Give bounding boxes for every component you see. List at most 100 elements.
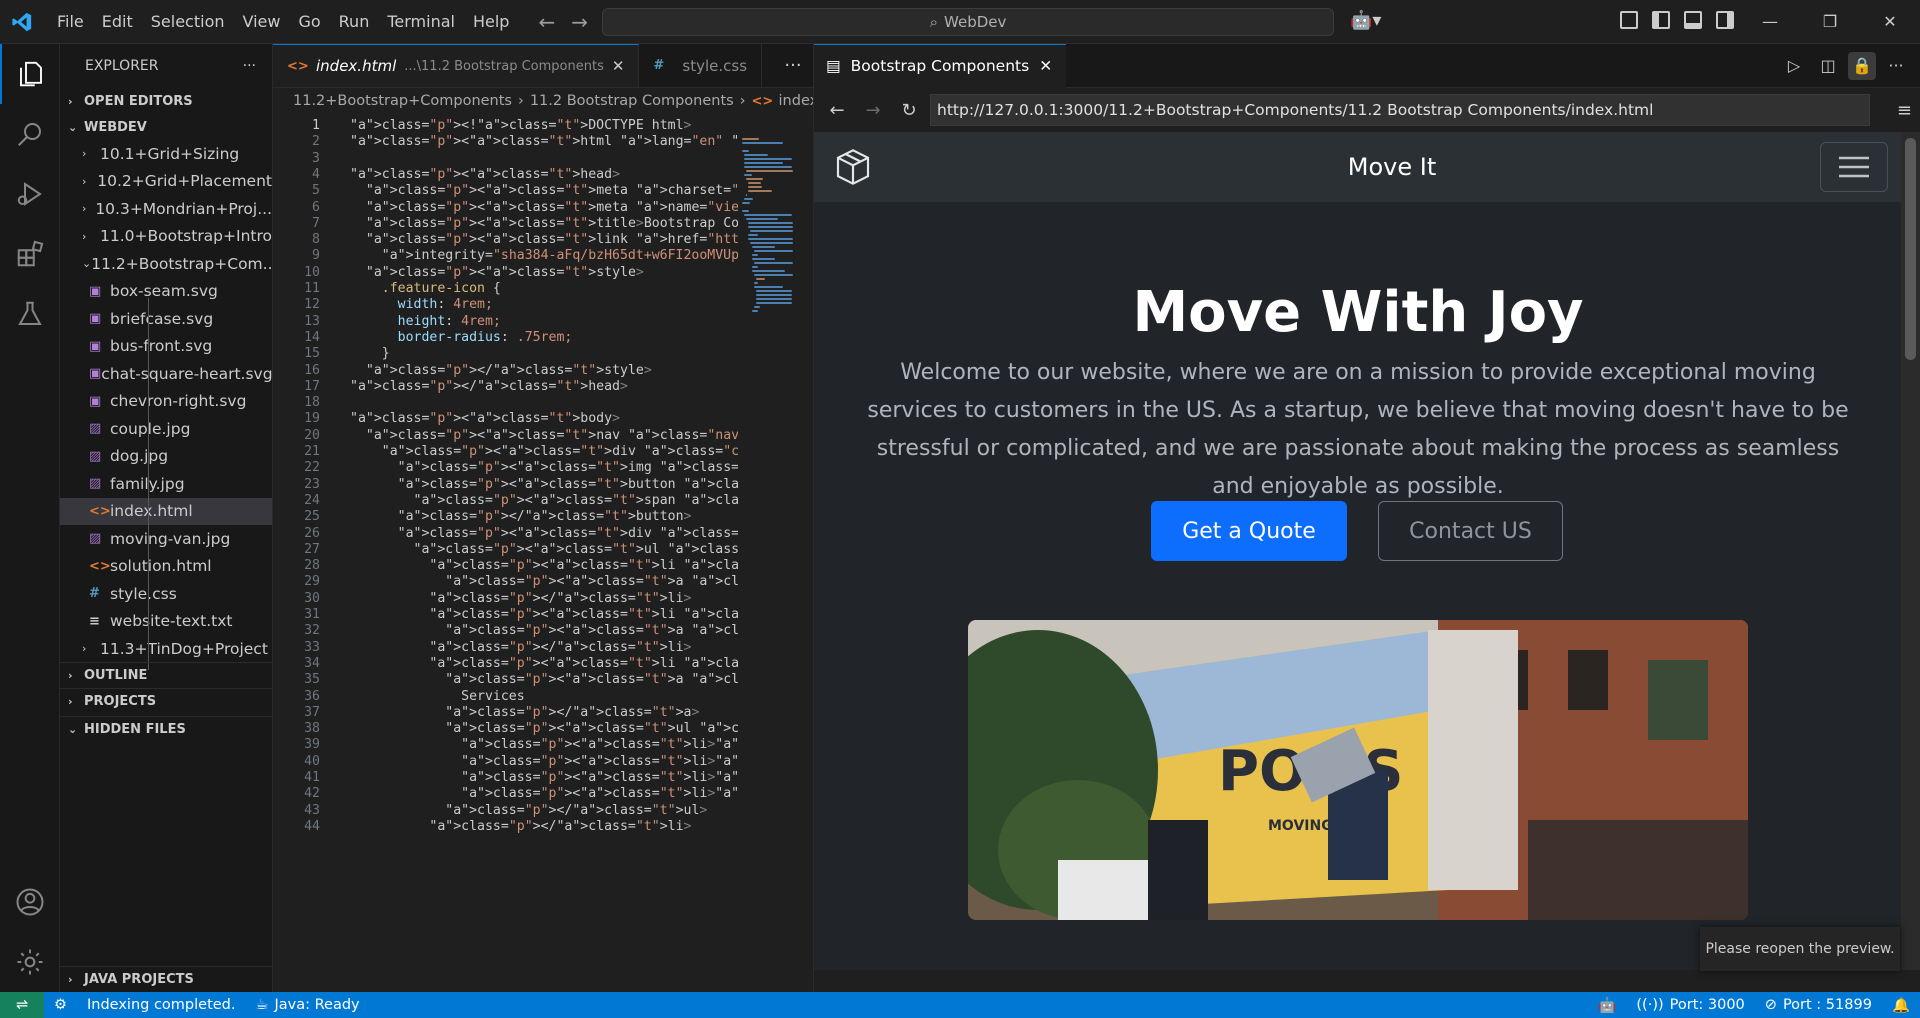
tree-folder[interactable]: › 11.3+TinDog+Project bbox=[60, 635, 272, 663]
tree-file[interactable]: <> index.html bbox=[60, 497, 272, 525]
toggle-primary-sidebar-icon[interactable] bbox=[1652, 11, 1670, 29]
breadcrumb-item[interactable]: index bbox=[779, 93, 813, 109]
code-line[interactable]: "a">class="p"><"a">class="t">li>"a">clas… bbox=[350, 770, 738, 785]
code-line[interactable]: "a">class="p"><"a">class="t">div "a">cla… bbox=[350, 526, 738, 541]
code-line[interactable]: "a">class="p"><"a">class="t">li "a">clas… bbox=[350, 656, 738, 671]
section-open-editors[interactable]: › OPEN EDITORS bbox=[60, 88, 272, 114]
tree-folder[interactable]: › 10.2+Grid+Placement bbox=[60, 168, 272, 196]
section-webdev[interactable]: ⌄ WEBDEV bbox=[60, 114, 272, 140]
tree-file[interactable]: ▣ chevron-right.svg bbox=[60, 388, 272, 416]
more-actions-icon[interactable]: ··· bbox=[1882, 52, 1910, 80]
code-line[interactable]: "a">class="p"></"a">class="t">a> bbox=[350, 705, 699, 720]
testing-flask-icon[interactable] bbox=[0, 284, 60, 344]
toggle-secondary-sidebar-icon[interactable] bbox=[1716, 11, 1734, 29]
status-indexing[interactable]: Indexing completed. bbox=[77, 997, 246, 1013]
code-line[interactable]: "a">class="p"><!"a">class="t">DOCTYPE ht… bbox=[350, 118, 691, 133]
site-brand[interactable]: Move It bbox=[1348, 153, 1436, 181]
close-tab-icon[interactable]: ✕ bbox=[1039, 57, 1052, 75]
code-line[interactable]: width: 4rem; bbox=[350, 297, 493, 312]
navbar-toggler-button[interactable] bbox=[1819, 142, 1888, 192]
code-line[interactable]: "a">class="p"><"a">class="t">html "a">la… bbox=[350, 134, 738, 149]
code-line[interactable]: "a">class="p"><"a">class="t">nav "a">cla… bbox=[350, 428, 738, 443]
code-line[interactable]: "a">class="p"><"a">class="t">li "a">clas… bbox=[350, 558, 738, 573]
code-line[interactable]: border-radius: .75rem; bbox=[350, 330, 573, 345]
browser-menu-icon[interactable]: ≡ bbox=[1897, 100, 1912, 121]
search-icon[interactable] bbox=[0, 104, 60, 164]
code-line[interactable]: "a">class="p"><"a">class="t">li>"a">clas… bbox=[350, 786, 738, 801]
section-hidden-files[interactable]: ⌄ HIDDEN FILES bbox=[60, 716, 273, 742]
tree-file[interactable]: # style.css bbox=[60, 580, 272, 608]
code-line[interactable]: "a">class="p"></"a">class="t">li> bbox=[350, 640, 691, 655]
settings-gear-icon[interactable] bbox=[0, 932, 60, 992]
tree-file[interactable]: <> solution.html bbox=[60, 553, 272, 581]
tree-file[interactable]: ▨family.jpg bbox=[60, 470, 272, 498]
breadcrumb-item[interactable]: 11.2 Bootstrap Components bbox=[530, 93, 734, 109]
code-line[interactable]: "a">integrity="sha384-aFq/bzH65dt+w6FI2o… bbox=[350, 248, 738, 263]
tab-style-css[interactable]: # style.css bbox=[639, 44, 763, 87]
code-line[interactable]: "a">class="p"><"a">class="t">span "a">cl… bbox=[350, 493, 738, 508]
code-line[interactable]: "a">class="p"><"a">class="t">style> bbox=[350, 265, 644, 280]
status-port-51899[interactable]: ⊘ Port : 51899 bbox=[1755, 997, 1882, 1014]
box-seam-icon[interactable] bbox=[832, 147, 874, 187]
menu-item-file[interactable]: File bbox=[48, 0, 93, 44]
menu-item-terminal[interactable]: Terminal bbox=[378, 0, 464, 44]
customize-layout-icon[interactable] bbox=[1620, 11, 1638, 29]
code-line[interactable]: "a">class="p"><"a">class="t">meta "a">ch… bbox=[350, 183, 738, 198]
run-icon[interactable]: ▷ bbox=[1780, 52, 1808, 80]
browser-forward-icon[interactable]: → bbox=[858, 100, 888, 121]
code-line[interactable]: .feature-icon { bbox=[350, 281, 501, 296]
url-input[interactable] bbox=[930, 94, 1870, 126]
close-tab-icon[interactable]: ✕ bbox=[612, 57, 625, 75]
back-arrow-icon[interactable]: ← bbox=[538, 10, 555, 34]
forward-arrow-icon[interactable]: → bbox=[571, 10, 588, 34]
vscode-logo-icon[interactable] bbox=[0, 0, 44, 44]
code-line[interactable]: "a">class="p"><"a">class="t">meta "a">na… bbox=[350, 200, 738, 215]
notifications-bell-icon[interactable]: 🔔 bbox=[1882, 997, 1920, 1014]
copilot-icon[interactable]: 🤖▾ bbox=[1350, 10, 1381, 31]
browser-back-icon[interactable]: ← bbox=[822, 100, 852, 121]
extensions-icon[interactable] bbox=[0, 224, 60, 284]
code-line[interactable]: "a">class="p"></"a">class="t">style> bbox=[350, 363, 652, 378]
code-line[interactable]: "a">class="p"><"a">class="t">a "a">class… bbox=[350, 574, 738, 589]
tree-file[interactable]: ▨ dog.jpg bbox=[60, 443, 272, 471]
status-java-ready[interactable]: ☕ Java: Ready bbox=[246, 997, 370, 1013]
menu-item-view[interactable]: View bbox=[234, 0, 290, 44]
copilot-status-icon[interactable]: 🤖 bbox=[1588, 997, 1626, 1014]
menu-item-selection[interactable]: Selection bbox=[142, 0, 234, 44]
code-line[interactable]: "a">class="p"><"a">class="t">li "a">clas… bbox=[350, 607, 738, 622]
code-line[interactable]: "a">class="p"><"a">class="t">body> bbox=[350, 411, 620, 426]
tree-file[interactable]: ▣ chat-square-heart.svg bbox=[60, 360, 272, 388]
tree-file[interactable]: ▣ box-seam.svg bbox=[60, 278, 272, 306]
code-line[interactable]: "a">class="p"><"a">class="t">title>Boots… bbox=[350, 216, 738, 231]
minimap[interactable] bbox=[738, 116, 800, 992]
contact-us-button[interactable]: Contact US bbox=[1378, 501, 1563, 561]
get-a-quote-button[interactable]: Get a Quote bbox=[1151, 501, 1347, 561]
menu-item-edit[interactable]: Edit bbox=[93, 0, 142, 44]
code-line[interactable]: "a">class="p"></"a">class="t">li> bbox=[350, 591, 691, 606]
tree-file[interactable]: ▨ moving-van.jpg bbox=[60, 525, 272, 553]
code-line[interactable]: "a">class="p"><"a">class="t">ul "a">clas… bbox=[350, 542, 738, 557]
reload-icon[interactable]: ↻ bbox=[894, 100, 924, 121]
tab-bootstrap-components[interactable]: ▤ Bootstrap Components ✕ bbox=[814, 43, 1067, 88]
toggle-panel-icon[interactable] bbox=[1684, 11, 1702, 29]
run-debug-icon[interactable] bbox=[0, 164, 60, 224]
explorer-icon[interactable] bbox=[0, 44, 60, 104]
minimize-icon[interactable]: — bbox=[1740, 0, 1800, 44]
code-line[interactable]: "a">class="p"><"a">class="t">li>"a">clas… bbox=[350, 737, 738, 752]
tree-folder[interactable]: › 10.1+Grid+Sizing bbox=[60, 140, 272, 168]
code-line[interactable]: "a">class="p"><"a">class="t">a "a">class… bbox=[350, 623, 738, 638]
tree-folder[interactable]: ⌄ 11.2+Bootstrap+Com... bbox=[60, 250, 272, 278]
tree-file[interactable]: ▣ bus-front.svg bbox=[60, 333, 272, 361]
lock-icon[interactable]: 🔒 bbox=[1848, 51, 1876, 80]
code-line[interactable]: "a">class="p"><"a">class="t">head> bbox=[350, 167, 620, 182]
scrollbar-thumb[interactable] bbox=[1905, 138, 1916, 360]
status-java-icon[interactable]: ⚙ bbox=[44, 997, 77, 1013]
status-port-3000[interactable]: ((·)) Port: 3000 bbox=[1626, 997, 1754, 1014]
code-line[interactable]: height: 4rem; bbox=[350, 314, 501, 329]
code-line[interactable]: "a">class="p"><"a">class="t">li>"a">clas… bbox=[350, 754, 738, 769]
code-line[interactable]: "a">class="p"><"a">class="t">ul "a">clas… bbox=[350, 721, 738, 736]
code-line[interactable]: "a">class="p"><"a">class="t">img "a">cla… bbox=[350, 460, 738, 475]
code-line[interactable]: "a">class="p"><"a">class="t">div "a">cla… bbox=[350, 444, 738, 459]
section-projects[interactable]: › PROJECTS bbox=[60, 688, 273, 714]
code-line[interactable]: Services bbox=[350, 689, 525, 704]
